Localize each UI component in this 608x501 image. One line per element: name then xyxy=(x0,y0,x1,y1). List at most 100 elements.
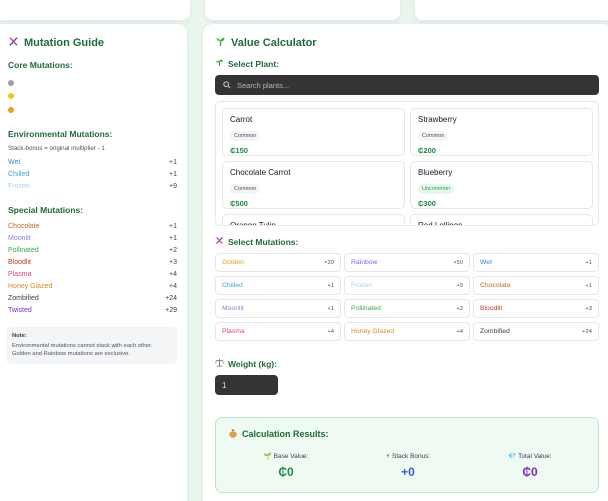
mutation-option[interactable]: Moonlit +1 xyxy=(215,299,341,318)
mutation-bonus: +1 xyxy=(169,159,177,166)
mutation-option[interactable]: Frozen +9 xyxy=(344,276,470,295)
mutation-name: Wet xyxy=(8,159,21,166)
mutation-grid[interactable]: Golden ×20 Rainbow ×50 Wet +1 Chilled +1 Frozen +… xyxy=(215,253,601,345)
mutation-guide-title: Mutation Guide xyxy=(24,37,105,49)
total-value-block: 💎 Total Value: ₵0 xyxy=(480,452,580,479)
dna-icon xyxy=(215,236,224,247)
note-title: Note: xyxy=(12,332,27,339)
mutation-guide-panel: Mutation Guide Core Mutations: Environme… xyxy=(0,24,187,501)
mutation-bonus: +4 xyxy=(169,271,177,278)
calculation-results: Calculation Results: 🌱 Base Value: ₵0 ⚡ … xyxy=(215,417,599,493)
mutation-name: Plasma xyxy=(8,271,32,278)
mutation-option-name: Zombified xyxy=(480,328,510,335)
base-value-label: Base Value: xyxy=(273,453,309,460)
stack-bonus-label: Stack Bonus: xyxy=(392,453,431,460)
sprout-icon: 🌱 xyxy=(263,453,272,460)
mutation-option[interactable]: Wet +1 xyxy=(473,253,599,272)
mutation-option[interactable]: Zombified +24 xyxy=(473,322,599,341)
note-box: Note: Environmental mutations cannot sta… xyxy=(6,326,177,364)
select-plant-heading: Select Plant: xyxy=(215,58,601,69)
core-mutation-item xyxy=(8,103,177,117)
mutation-option[interactable]: Golden ×20 xyxy=(215,253,341,272)
mutation-row: Twisted +29 xyxy=(8,305,177,317)
base-value: ₵0 xyxy=(278,465,294,479)
mutation-option-bonus: +1 xyxy=(585,282,592,289)
core-mutations-heading: Core Mutations: xyxy=(8,60,73,70)
dna-icon xyxy=(8,36,19,50)
mutation-option[interactable]: Chilled +1 xyxy=(215,276,341,295)
mutation-bonus: +9 xyxy=(169,183,177,190)
weight-input[interactable]: 1 xyxy=(215,375,278,395)
plant-search-box[interactable] xyxy=(215,75,599,95)
env-note: Stack-bonus = original multiplier - 1 xyxy=(8,144,105,152)
mutation-row: Frozen +9 xyxy=(8,181,177,193)
mutation-row: Chilled +1 xyxy=(8,169,177,181)
total-value: ₵0 xyxy=(522,465,538,479)
plant-name: Chocolate Carrot xyxy=(230,168,291,177)
sprout-icon xyxy=(215,36,226,50)
core-mutation-item xyxy=(8,76,177,90)
total-value-label-row: 💎 Total Value: xyxy=(480,452,580,460)
mutation-bonus: +1 xyxy=(169,235,177,242)
rarity-badge: Common xyxy=(230,184,261,194)
plant-card[interactable]: Strawberry Common ₵200 xyxy=(410,108,593,156)
mutation-guide-heading: Mutation Guide xyxy=(8,36,177,50)
plant-name: Red Lollipop xyxy=(418,221,463,226)
plant-card[interactable]: Chocolate Carrot Common ₵500 xyxy=(222,161,405,209)
total-value-label: Total Value: xyxy=(518,453,552,460)
mutation-option[interactable]: Honey Glazed +4 xyxy=(344,322,470,341)
search-icon xyxy=(223,76,231,94)
herb-icon xyxy=(215,58,224,69)
mutation-option-bonus: ×20 xyxy=(324,259,334,266)
mutation-bonus: +1 xyxy=(169,171,177,178)
mutation-option-name: Rainbow xyxy=(351,259,378,266)
mutation-option[interactable]: Chocolate +1 xyxy=(473,276,599,295)
plant-card[interactable]: Orange Tulip xyxy=(222,214,405,225)
mutation-option[interactable]: Rainbow ×50 xyxy=(344,253,470,272)
value-calculator-heading: Value Calculator xyxy=(215,36,601,50)
mutation-option-bonus: +1 xyxy=(327,305,334,312)
base-value-block: 🌱 Base Value: ₵0 xyxy=(236,452,336,479)
mutation-row: Moonlit +1 xyxy=(8,233,177,245)
mutation-option-name: Chilled xyxy=(222,282,243,289)
plant-search-input[interactable] xyxy=(237,80,577,90)
note-text: Environmental mutations cannot stack wit… xyxy=(12,342,153,358)
mutation-row: Honey Glazed +4 xyxy=(8,281,177,293)
plant-price: ₵300 xyxy=(418,199,436,208)
mutation-bonus: +4 xyxy=(169,283,177,290)
mutation-bonus: +24 xyxy=(165,295,177,302)
plant-name: Strawberry xyxy=(418,115,457,124)
mutation-name: Chilled xyxy=(8,171,30,178)
special-mutations-list: Chocolate +1 Moonlit +1 Pollinated +2 Bloodlit… xyxy=(4,221,177,317)
lightning-icon: ⚡ xyxy=(385,453,391,460)
env-mutations-heading: Environmental Mutations: xyxy=(8,128,113,139)
core-mutation-dot xyxy=(8,93,14,100)
core-mutation-item xyxy=(8,90,177,104)
mutation-option-name: Pollinated xyxy=(351,305,381,312)
mutation-option-bonus: +24 xyxy=(582,328,592,335)
core-mutation-dot xyxy=(8,79,14,86)
select-mutations-label: Select Mutations: xyxy=(228,236,299,247)
money-bag-icon xyxy=(228,428,238,440)
results-heading: Calculation Results: xyxy=(228,428,586,440)
mutation-option-name: Bloodlit xyxy=(480,305,503,312)
mutation-option[interactable]: Bloodlit +3 xyxy=(473,299,599,318)
mutation-bonus: +1 xyxy=(169,223,177,230)
mutation-name: Honey Glazed xyxy=(8,283,53,290)
plant-card[interactable]: Carrot Common ₵150 xyxy=(222,108,405,156)
plant-list[interactable]: Carrot Common ₵150 Strawberry Common ₵200 Choc… xyxy=(215,101,599,226)
mutation-option[interactable]: Plasma +4 xyxy=(215,322,341,341)
base-value-label-row: 🌱 Base Value: xyxy=(236,452,336,460)
mutation-name: Twisted xyxy=(8,307,32,314)
mutation-option-name: Wet xyxy=(480,259,492,266)
plant-card[interactable]: Red Lollipop xyxy=(410,214,593,226)
plant-price: ₵500 xyxy=(230,199,248,208)
stack-bonus-block: ⚡ Stack Bonus: +0 xyxy=(358,452,458,479)
mutation-option-bonus: +3 xyxy=(585,305,592,312)
mutation-option-bonus: +1 xyxy=(585,259,592,266)
value-calculator-panel: Value Calculator Select Plant: Carrot Com… xyxy=(203,24,608,501)
mutation-option[interactable]: Pollinated +2 xyxy=(344,299,470,318)
env-mutations-list: Wet +1 Chilled +1 Frozen +9 xyxy=(4,157,177,193)
mutation-option-name: Golden xyxy=(222,259,244,266)
plant-card[interactable]: Blueberry Uncommon ₵300 xyxy=(410,161,593,209)
